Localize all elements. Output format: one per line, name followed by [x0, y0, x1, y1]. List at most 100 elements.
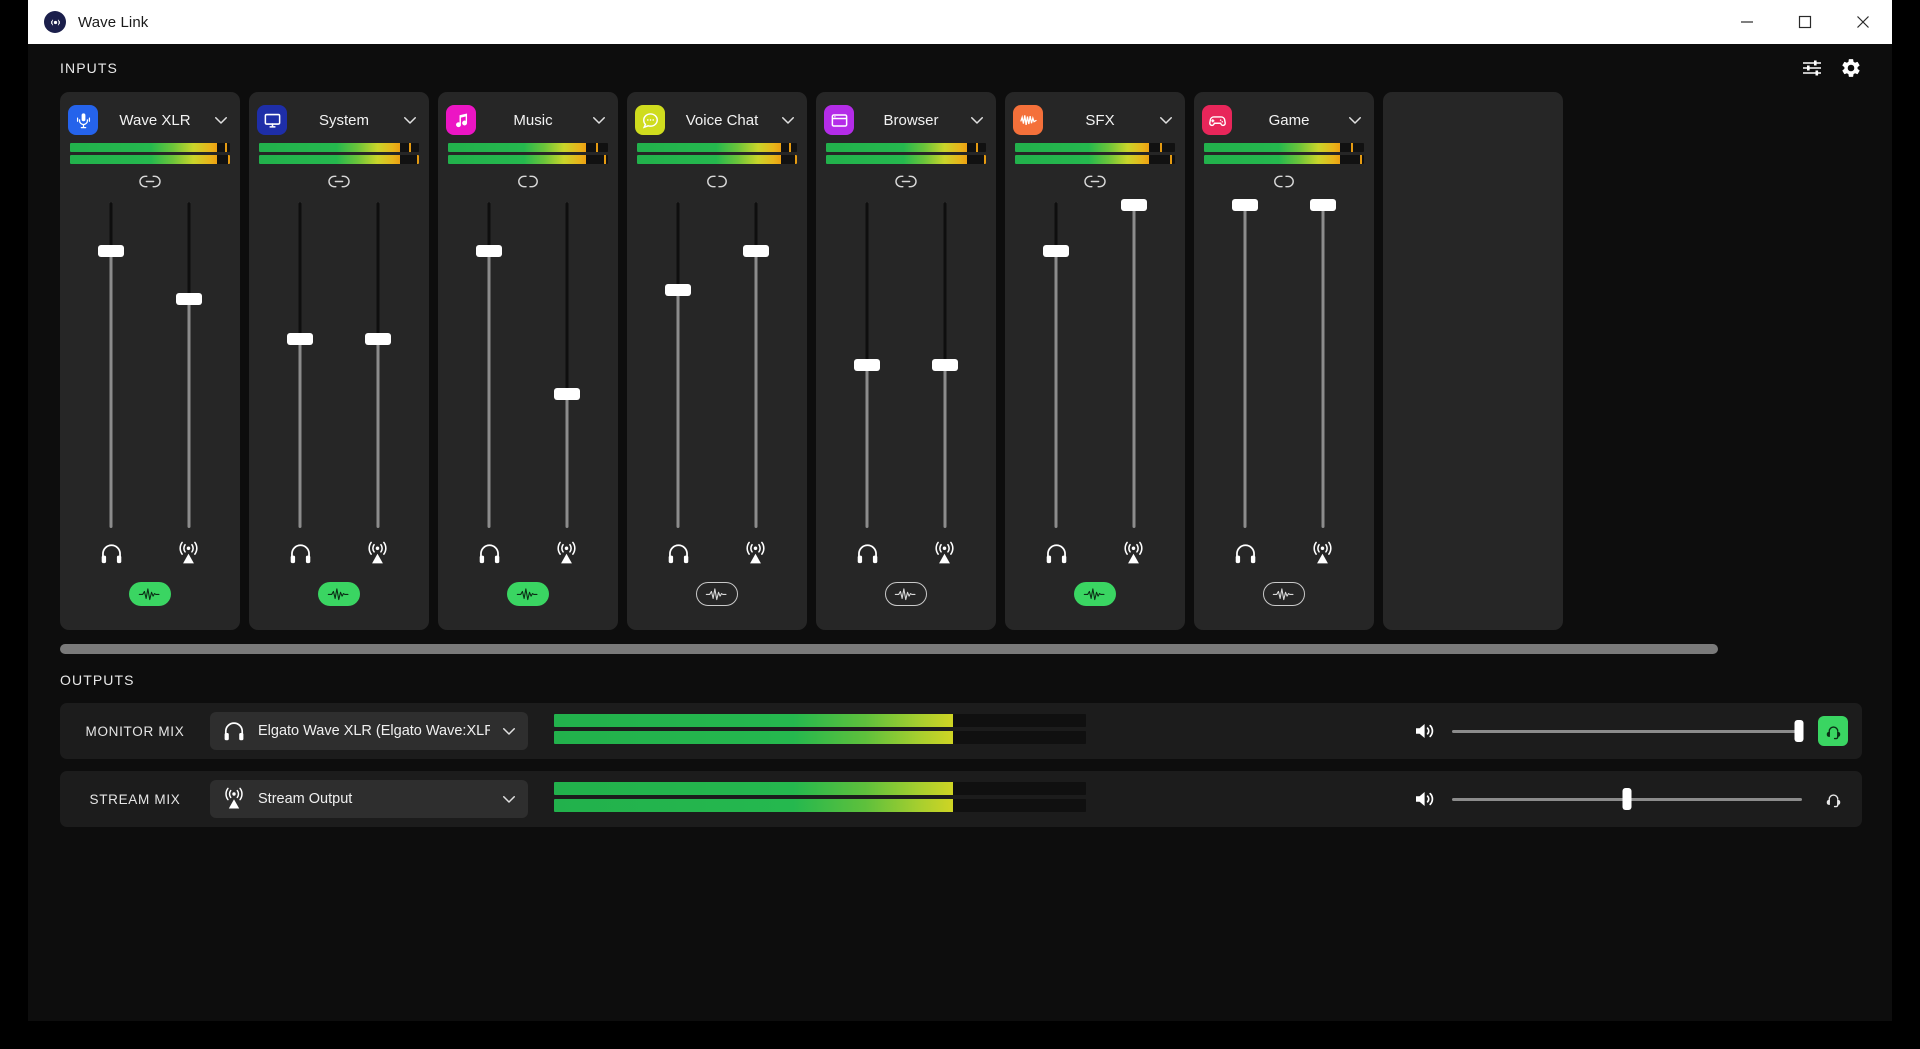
channel-meter — [1015, 142, 1175, 152]
channel-active-toggle[interactable] — [318, 581, 360, 606]
stream-fader[interactable] — [365, 201, 391, 528]
monitor-fader[interactable] — [665, 201, 691, 528]
monitor-output-button[interactable] — [477, 541, 502, 566]
link-faders-button[interactable] — [138, 173, 162, 190]
monitor-output-button[interactable] — [1044, 541, 1069, 566]
output-volume-slider[interactable] — [1452, 718, 1803, 744]
monitor-output-button[interactable] — [99, 541, 124, 566]
channel-active-toggle[interactable] — [696, 581, 738, 606]
monitor-fader[interactable] — [476, 201, 502, 528]
monitor-output-button[interactable] — [855, 541, 880, 566]
channel-dropdown-button[interactable] — [1157, 111, 1175, 129]
monitor-output-button[interactable] — [1233, 541, 1258, 566]
output-monitor-toggle[interactable] — [1818, 716, 1848, 746]
channel-strip: Voice Chat — [627, 92, 807, 630]
fader-knob[interactable] — [1310, 198, 1336, 211]
fader-knob[interactable] — [98, 244, 124, 257]
stream-output-button[interactable] — [743, 541, 768, 566]
monitor-fader[interactable] — [854, 201, 880, 528]
channel-dropdown-button[interactable] — [968, 111, 986, 129]
link-faders-button[interactable] — [327, 173, 351, 190]
stream-output-button[interactable] — [932, 541, 957, 566]
channel-route-icons — [60, 528, 240, 582]
channel-icon-browser-window-icon[interactable] — [824, 105, 854, 136]
monitor-output-button[interactable] — [288, 541, 313, 566]
stream-output-button[interactable] — [176, 541, 201, 566]
channel-active-toggle[interactable] — [129, 581, 171, 606]
monitor-output-button[interactable] — [666, 541, 691, 566]
fader-knob[interactable] — [1121, 198, 1147, 211]
channel-icon-chat-bubble-icon[interactable] — [635, 105, 665, 136]
meter-fill — [259, 154, 400, 164]
output-volume-slider[interactable] — [1452, 786, 1802, 812]
channel-active-toggle[interactable] — [1074, 581, 1116, 606]
fader-knob[interactable] — [854, 358, 880, 371]
channel-icon-microphone-icon[interactable] — [68, 105, 98, 136]
fader-knob[interactable] — [665, 283, 691, 296]
minimize-button[interactable] — [1718, 0, 1776, 44]
link-faders-button[interactable] — [894, 173, 918, 190]
link-faders-button[interactable] — [1083, 173, 1107, 190]
stream-fader[interactable] — [932, 201, 958, 528]
output-device-dropdown-icon[interactable] — [500, 722, 518, 740]
output-device-select[interactable]: Elgato Wave XLR (Elgato Wave:XLR) — [210, 712, 528, 750]
channel-active-toggle[interactable] — [1263, 581, 1305, 606]
link-faders-button[interactable] — [705, 173, 729, 190]
fader-knob[interactable] — [554, 387, 580, 400]
stream-output-button[interactable] — [554, 541, 579, 566]
link-faders-button[interactable] — [516, 173, 540, 190]
channel-icon-gamepad-icon[interactable] — [1202, 105, 1232, 136]
monitor-fader[interactable] — [287, 201, 313, 528]
stream-fader[interactable] — [1121, 198, 1147, 528]
stream-fader[interactable] — [743, 201, 769, 528]
channel-route-icons — [249, 528, 429, 582]
monitor-fader[interactable] — [98, 201, 124, 528]
channel-dropdown-button[interactable] — [212, 111, 230, 129]
fader-knob[interactable] — [476, 244, 502, 257]
link-broken-icon — [1274, 175, 1294, 188]
link-faders-button[interactable] — [1272, 173, 1296, 190]
stream-fader[interactable] — [1310, 198, 1336, 528]
channel-icon-waveform-square-icon[interactable] — [1013, 105, 1043, 136]
inputs-horizontal-scrollbar[interactable] — [60, 644, 1862, 654]
volume-slider-knob[interactable] — [1794, 720, 1803, 742]
channel-dropdown-button[interactable] — [590, 111, 608, 129]
close-button[interactable] — [1834, 0, 1892, 44]
meter-fill — [637, 142, 781, 152]
meter-peak-indicator — [1350, 142, 1353, 152]
stream-fader[interactable] — [176, 201, 202, 528]
fader-knob[interactable] — [932, 358, 958, 371]
fader-knob[interactable] — [365, 332, 391, 345]
chevron-down-icon — [215, 117, 227, 125]
channel-icon-music-note-icon[interactable] — [446, 105, 476, 136]
channel-dropdown-button[interactable] — [401, 111, 419, 129]
channel-meter — [637, 142, 797, 152]
headphone-icon — [290, 544, 311, 564]
fader-knob[interactable] — [287, 332, 313, 345]
fader-knob[interactable] — [1232, 198, 1258, 211]
settings-button[interactable] — [1840, 57, 1862, 79]
channel-icon-monitor-icon[interactable] — [257, 105, 287, 136]
channel-active-toggle[interactable] — [507, 581, 549, 606]
scrollbar-thumb[interactable] — [60, 644, 1718, 654]
output-device-dropdown-icon[interactable] — [500, 790, 518, 808]
channel-dropdown-button[interactable] — [779, 111, 797, 129]
stream-fader[interactable] — [554, 201, 580, 528]
output-monitor-toggle[interactable] — [1818, 784, 1848, 814]
fader-knob[interactable] — [1043, 244, 1069, 257]
fader-knob[interactable] — [743, 244, 769, 257]
stream-output-button[interactable] — [365, 541, 390, 566]
stream-output-button[interactable] — [1121, 541, 1146, 566]
volume-slider-knob[interactable] — [1622, 788, 1632, 810]
monitor-fader[interactable] — [1232, 198, 1258, 528]
channel-active-toggle[interactable] — [885, 581, 927, 606]
maximize-button[interactable] — [1776, 0, 1834, 44]
stream-output-button[interactable] — [1310, 541, 1335, 566]
monitor-fader[interactable] — [1043, 201, 1069, 528]
channel-dropdown-button[interactable] — [1346, 111, 1364, 129]
output-device-select[interactable]: Stream Output — [210, 780, 528, 818]
fader-knob[interactable] — [176, 293, 202, 306]
meter-fill — [826, 142, 967, 152]
mixer-sliders-button[interactable] — [1802, 58, 1822, 78]
channel-meters — [1194, 139, 1374, 167]
